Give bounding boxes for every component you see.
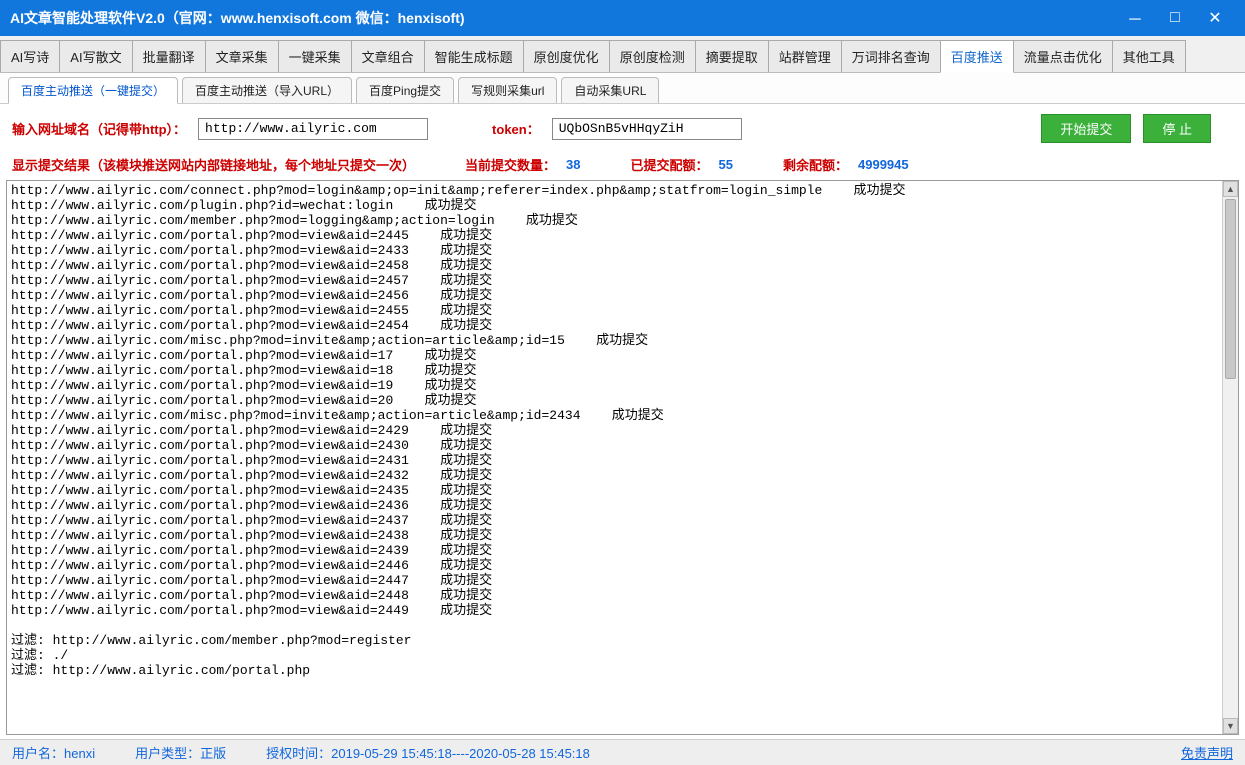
main-tab-8[interactable]: 原创度检测: [609, 40, 696, 72]
main-tab-1[interactable]: AI写散文: [59, 40, 132, 72]
current-count-label: 当前提交数量：: [465, 155, 556, 174]
main-tab-3[interactable]: 文章采集: [205, 40, 279, 72]
form-row: 输入网址域名（记得带http）： token： 开始提交 停 止: [0, 104, 1245, 153]
submitted-quota-value: 55: [719, 157, 733, 172]
token-label: token：: [492, 119, 540, 138]
log-content[interactable]: http://www.ailyric.com/connect.php?mod=l…: [7, 181, 1222, 734]
minimize-button[interactable]: －: [1115, 0, 1155, 36]
sub-tab-3[interactable]: 写规则采集url: [458, 77, 557, 103]
app-title: AI文章智能处理软件V2.0（官网：www.henxisoft.com 微信：h…: [10, 8, 465, 28]
main-tab-9[interactable]: 摘要提取: [695, 40, 769, 72]
stats-row: 显示提交结果（该模块推送网站内部链接地址，每个地址只提交一次） 当前提交数量： …: [0, 153, 1245, 180]
main-tab-14[interactable]: 其他工具: [1112, 40, 1186, 72]
main-tab-11[interactable]: 万词排名查询: [841, 40, 941, 72]
scroll-down-icon[interactable]: ▼: [1223, 718, 1238, 734]
main-tab-2[interactable]: 批量翻译: [132, 40, 206, 72]
stop-button[interactable]: 停 止: [1143, 114, 1211, 143]
sub-tab-1[interactable]: 百度主动推送（导入URL）: [182, 77, 352, 103]
url-label: 输入网址域名（记得带http）：: [12, 119, 186, 138]
url-input[interactable]: [198, 118, 428, 140]
sub-tab-4[interactable]: 自动采集URL: [561, 77, 659, 103]
maximize-button[interactable]: □: [1155, 0, 1195, 36]
scroll-thumb[interactable]: [1225, 199, 1236, 379]
remain-quota-value: 4999945: [858, 157, 909, 172]
main-tab-12[interactable]: 百度推送: [940, 40, 1014, 73]
main-tab-13[interactable]: 流量点击优化: [1013, 40, 1113, 72]
token-input[interactable]: [552, 118, 742, 140]
scroll-up-icon[interactable]: ▲: [1223, 181, 1238, 197]
status-user: 用户名：henxi: [12, 743, 95, 762]
statusbar: 用户名：henxi 用户类型：正版 授权时间：2019-05-29 15:45:…: [0, 739, 1245, 765]
disclaimer-link[interactable]: 免责声明: [1181, 743, 1233, 762]
close-button[interactable]: ✕: [1195, 0, 1235, 36]
start-button[interactable]: 开始提交: [1041, 114, 1131, 143]
log-panel: http://www.ailyric.com/connect.php?mod=l…: [6, 180, 1239, 735]
remain-quota-label: 剩余配额：: [783, 155, 848, 174]
status-auth: 授权时间：2019-05-29 15:45:18----2020-05-28 1…: [266, 743, 590, 762]
status-type: 用户类型：正版: [135, 743, 226, 762]
sub-tabs: 百度主动推送（一键提交）百度主动推送（导入URL）百度Ping提交写规则采集ur…: [0, 73, 1245, 104]
main-tab-4[interactable]: 一键采集: [278, 40, 352, 72]
main-tab-6[interactable]: 智能生成标题: [424, 40, 524, 72]
main-tab-0[interactable]: AI写诗: [0, 40, 60, 72]
main-tab-7[interactable]: 原创度优化: [523, 40, 610, 72]
sub-tab-2[interactable]: 百度Ping提交: [356, 77, 454, 103]
submitted-quota-label: 已提交配额：: [631, 155, 709, 174]
log-scrollbar[interactable]: ▲ ▼: [1222, 181, 1238, 734]
main-tabs: AI写诗AI写散文批量翻译文章采集一键采集文章组合智能生成标题原创度优化原创度检…: [0, 36, 1245, 73]
titlebar: AI文章智能处理软件V2.0（官网：www.henxisoft.com 微信：h…: [0, 0, 1245, 36]
sub-tab-0[interactable]: 百度主动推送（一键提交）: [8, 77, 178, 104]
main-tab-10[interactable]: 站群管理: [768, 40, 842, 72]
result-label: 显示提交结果（该模块推送网站内部链接地址，每个地址只提交一次）: [12, 155, 415, 174]
current-count-value: 38: [566, 157, 580, 172]
main-tab-5[interactable]: 文章组合: [351, 40, 425, 72]
